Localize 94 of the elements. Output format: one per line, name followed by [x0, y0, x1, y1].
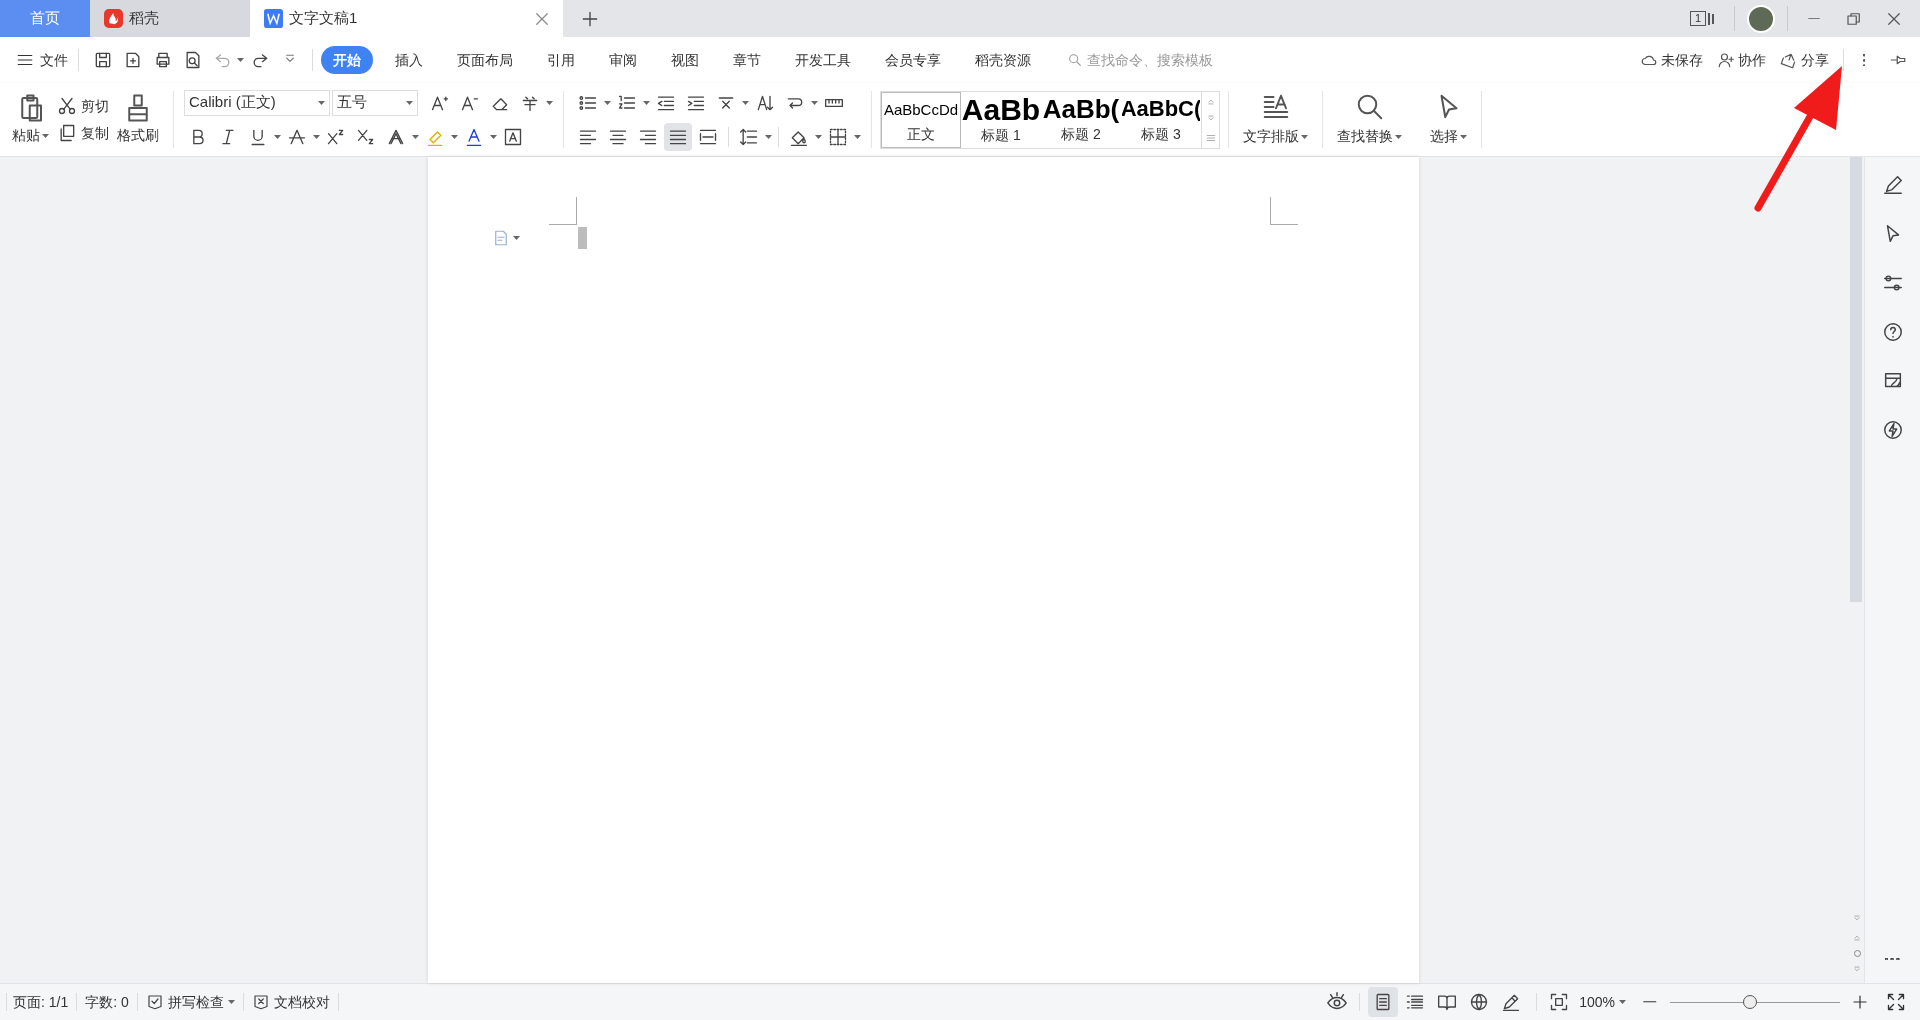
- caret-icon: [815, 134, 822, 139]
- find-replace-button[interactable]: 查找替换: [1323, 83, 1416, 156]
- ribbon-tab[interactable]: 稻壳资源: [963, 46, 1043, 74]
- font-name-dropdown[interactable]: Calibri (正文): [184, 89, 330, 116]
- font-size-dropdown[interactable]: 五号: [332, 89, 418, 116]
- cut-button[interactable]: 剪切: [57, 95, 109, 117]
- writer-logo-icon: [264, 9, 283, 28]
- document-tab[interactable]: 文字文稿1: [250, 0, 563, 37]
- style-option[interactable]: AaBb 标题 1: [961, 91, 1041, 148]
- caret-icon: [490, 134, 497, 139]
- expand-icon: [1205, 133, 1216, 144]
- caret-icon: [406, 100, 413, 105]
- scissors-icon: [57, 96, 77, 116]
- ribbon-tab[interactable]: 引用: [535, 46, 587, 74]
- line-spacing-icon: [739, 126, 759, 147]
- caret-icon: [42, 133, 49, 138]
- text-layout-button[interactable]: 文字排版: [1229, 83, 1322, 156]
- more-options-icon: [1862, 53, 1866, 67]
- copy-button[interactable]: 复制: [57, 122, 109, 144]
- pen-view-icon: [1501, 992, 1522, 1012]
- ribbon-tab[interactable]: 章节: [721, 46, 773, 74]
- ribbon-tab[interactable]: 审阅: [597, 46, 649, 74]
- borders-icon: [828, 126, 848, 147]
- zoom-slider[interactable]: [1670, 993, 1840, 1011]
- caret-icon: [811, 100, 818, 105]
- minimize-icon: [1808, 17, 1820, 20]
- flame-logo-icon: [104, 9, 123, 28]
- scrollbar[interactable]: [1850, 157, 1862, 602]
- style-option[interactable]: AaBb( 标题 2: [1041, 91, 1121, 148]
- caret-icon: [412, 134, 419, 139]
- character-border-icon: [503, 126, 523, 147]
- caret-icon: [765, 134, 772, 139]
- caret-icon: [451, 134, 458, 139]
- cross-icon: [251, 993, 270, 1011]
- help-icon: [1881, 321, 1904, 343]
- caret-icon: [604, 100, 611, 105]
- zoom-dropdown[interactable]: 100%: [1579, 991, 1626, 1013]
- window-count-button[interactable]: 1: [1689, 0, 1714, 37]
- fit-page-icon: [1549, 992, 1570, 1012]
- caret-icon: [274, 134, 281, 139]
- page-view-button[interactable]: [1368, 987, 1399, 1017]
- slider-thumb[interactable]: [1742, 995, 1757, 1009]
- caret-icon: [1460, 134, 1467, 139]
- search-icon: [1067, 52, 1083, 68]
- collaborate-button[interactable]: 协作: [1717, 49, 1766, 71]
- zoom-in-icon: [1851, 993, 1869, 1011]
- caret-icon: [854, 134, 861, 139]
- quick-action-icon: [1881, 419, 1904, 441]
- caret-icon: [546, 100, 553, 105]
- file-menu-button[interactable]: 文件: [16, 49, 68, 71]
- status-text: 页面: 1/1: [12, 992, 70, 1012]
- settings-icon: [1881, 272, 1904, 294]
- avatar-button[interactable]: [1747, 4, 1775, 33]
- margin-mark: [1270, 197, 1298, 225]
- fullscreen-icon: [1886, 992, 1906, 1012]
- save-status-button[interactable]: 未保存: [1640, 49, 1703, 71]
- caret-icon: [1395, 134, 1402, 139]
- caret-icon: [227, 1000, 235, 1004]
- save-icon: [93, 50, 113, 70]
- share-button[interactable]: 分享: [1780, 49, 1829, 71]
- search-field[interactable]: 查找命令、搜索模板: [1067, 49, 1257, 71]
- select-button[interactable]: 选择: [1416, 83, 1481, 156]
- caret-icon: [318, 100, 325, 105]
- checkmark-icon: [145, 993, 164, 1011]
- caret-icon: [1301, 134, 1308, 139]
- ribbon-tab[interactable]: 开发工具: [783, 46, 863, 74]
- style-option[interactable]: AaBbCcDd 正文: [881, 91, 961, 148]
- ribbon-tab[interactable]: 视图: [659, 46, 711, 74]
- margin-mark: [549, 197, 577, 225]
- window-count: 1: [1689, 11, 1706, 26]
- align-justify-button[interactable]: [664, 122, 692, 151]
- caret-icon: [237, 58, 244, 62]
- edit-tool-icon: [1881, 174, 1904, 196]
- caret-icon: [742, 100, 749, 105]
- ribbon-tab[interactable]: 插入: [383, 46, 435, 74]
- add-user-icon: [1717, 51, 1735, 69]
- text-cursor: [578, 227, 587, 249]
- document-tab[interactable]: 稻壳: [90, 0, 250, 37]
- spell-check-button[interactable]: 拼写检查: [139, 991, 241, 1013]
- format-painter-button[interactable]: 格式刷: [117, 93, 159, 146]
- more-tools-icon: [1885, 957, 1900, 961]
- ribbon-tab[interactable]: 开始: [321, 46, 373, 74]
- status-text: 字数: 0: [84, 992, 130, 1012]
- caret-icon: [513, 236, 520, 240]
- ribbon-tab[interactable]: 页面布局: [445, 46, 525, 74]
- document-icon: [492, 229, 510, 247]
- caret-icon: [1619, 1000, 1626, 1004]
- font-color-icon: [464, 126, 484, 147]
- proofread-button[interactable]: 文档校对: [245, 991, 336, 1013]
- caret-icon: [313, 134, 320, 139]
- paste-button[interactable]: 粘贴: [12, 93, 49, 146]
- ribbon-tab[interactable]: 会员专享: [873, 46, 953, 74]
- web-view-icon: [1469, 992, 1490, 1012]
- caret-icon: [643, 100, 650, 105]
